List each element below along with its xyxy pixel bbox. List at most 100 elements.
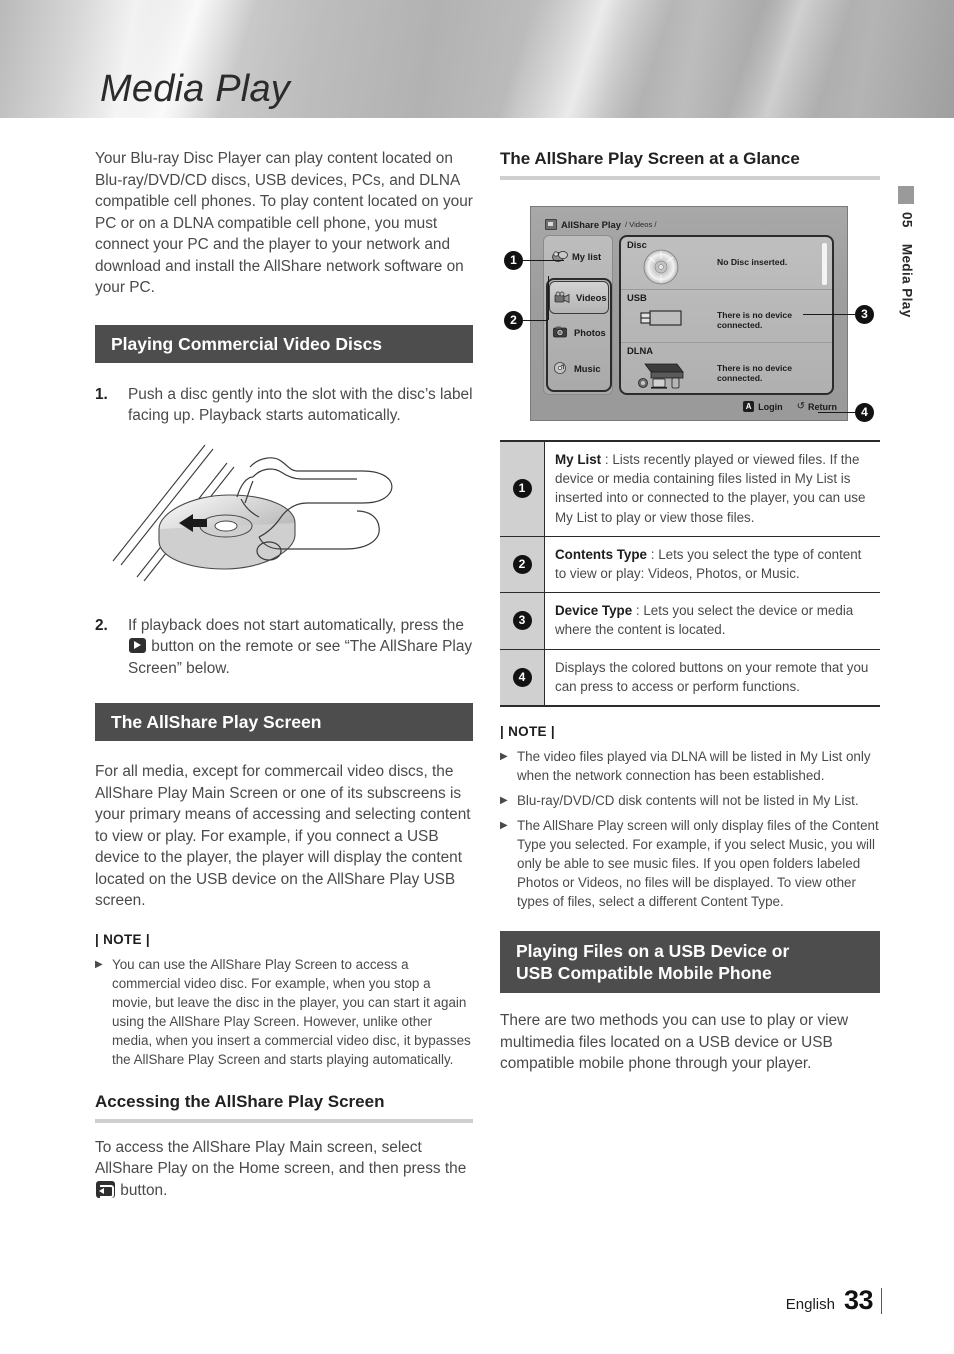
bullet-arrow-icon: ▶ xyxy=(95,958,103,970)
callout-3-leader xyxy=(803,314,855,315)
legend-badge-4: 4 xyxy=(512,667,532,687)
screen-device-usb-title: USB xyxy=(627,292,647,303)
legend-sep-1: : xyxy=(601,452,613,467)
legend-term-2: Contents Type xyxy=(555,546,648,562)
legend-number-cell: 1 xyxy=(500,442,545,536)
enter-button-icon xyxy=(96,1180,115,1198)
screen-content-type-videos[interactable]: Videos xyxy=(549,281,609,314)
callout-1: 1 xyxy=(504,251,523,270)
note-item-text: The AllShare Play screen will only displ… xyxy=(517,818,879,910)
screen-key-return-label: Return xyxy=(808,401,837,412)
screen-device-dlna-message: There is no device connected. xyxy=(717,363,792,383)
return-arrow-icon: ↺ xyxy=(796,401,805,412)
table-row: 4 Displays the colored buttons on your r… xyxy=(500,649,880,706)
section-banner-line-1: Playing Files on a USB Device or xyxy=(516,941,790,962)
allshare-app-icon xyxy=(545,219,557,230)
screen-content-type-music-label: Music xyxy=(574,362,601,374)
chapter-tab-label: 05 Media Play xyxy=(899,212,915,318)
bullet-arrow-icon: ▶ xyxy=(500,751,508,763)
step-2-text-before: If playback does not start automatically… xyxy=(128,616,464,634)
note-item: ▶ Blu-ray/DVD/CD disk contents will not … xyxy=(500,791,880,810)
legend-badge-1: 1 xyxy=(512,479,532,499)
left-column: Your Blu-ray Disc Player can play conten… xyxy=(95,148,473,1201)
chapter-number: 05 xyxy=(899,212,915,228)
table-row: 1 My List : Lists recently played or vie… xyxy=(500,442,880,537)
legend-badge-2: 2 xyxy=(512,555,532,575)
legend-number-cell: 2 xyxy=(500,536,545,593)
screen-content-type-music[interactable]: Music xyxy=(548,350,610,386)
callout-1-leader xyxy=(522,260,564,261)
legend-text-cell: My List : Lists recently played or viewe… xyxy=(545,442,880,536)
usb-drive-icon xyxy=(640,310,682,326)
callout-4-leader xyxy=(818,412,855,413)
breadcrumb-app-label: AllShare Play xyxy=(561,219,621,230)
allshare-play-screen-diagram: AllShare Play / Videos / My list Videos xyxy=(500,196,880,434)
note-item-text: The video files played via DLNA will be … xyxy=(517,749,871,784)
legend-desc-4: Displays the colored buttons on your rem… xyxy=(555,659,869,694)
step-2-text: If playback does not start automatically… xyxy=(128,615,473,680)
chapter-name: Media Play xyxy=(899,243,915,318)
note-item: ▶ The video files played via DLNA will b… xyxy=(500,747,880,785)
photos-icon xyxy=(553,326,567,338)
note-item-text: You can use the AllShare Play Screen to … xyxy=(112,956,471,1067)
callout-2: 2 xyxy=(504,311,523,330)
note-label-right: | NOTE | xyxy=(500,724,555,740)
footer-divider xyxy=(881,1287,882,1314)
screen-device-usb[interactable]: USB There is no device connected. xyxy=(621,289,832,342)
note-item: ▶ You can use the AllShare Play Screen t… xyxy=(95,955,473,1069)
screen-content-type-photos-label: Photos xyxy=(574,326,606,338)
legend-term-1: My List xyxy=(555,452,602,467)
screen-content-type-group: Videos Photos Music xyxy=(546,278,612,392)
step-2: 2. If playback does not start automatica… xyxy=(95,615,473,680)
screen-device-disc[interactable]: Disc No Disc inserted. xyxy=(621,237,832,289)
legend-badge-3: 3 xyxy=(512,611,532,631)
callout-4: 4 xyxy=(855,403,874,422)
callout-3: 3 xyxy=(855,305,874,324)
subheading-accessing-the-allshare-play-screen: Accessing the AllShare Play Screen xyxy=(95,1091,473,1123)
screen-my-list-item[interactable]: My list xyxy=(544,236,612,276)
breadcrumb-path: / Videos / xyxy=(624,220,657,229)
intro-paragraph: Your Blu-ray Disc Player can play conten… xyxy=(95,150,473,296)
right-column: The AllShare Play Screen at a Glance All… xyxy=(500,148,880,1075)
step-1-number: 1. xyxy=(95,385,108,403)
tv-screen-mock: AllShare Play / Videos / My list Videos xyxy=(530,206,848,421)
legend-text-cell: Contents Type : Lets you select the type… xyxy=(545,537,880,592)
step-1: 1. Push a disc gently into the slot with… xyxy=(95,384,473,427)
music-icon xyxy=(553,361,567,375)
table-row: 3 Device Type : Lets you select the devi… xyxy=(500,593,880,650)
screen-device-panel: Disc No Disc inserted. USB There is no d… xyxy=(619,235,834,395)
screen-device-dlna[interactable]: DLNA There is no device connected. xyxy=(621,342,832,395)
screen-my-list-label: My list xyxy=(572,250,602,262)
subheading-allshare-play-screen-at-a-glance: The AllShare Play Screen at a Glance xyxy=(500,148,880,180)
legend-number-cell: 4 xyxy=(500,649,545,706)
accessing-text-before: To access the AllShare Play Main screen,… xyxy=(95,1138,467,1178)
chapter-tab-marker xyxy=(898,186,914,204)
accessing-text-after: button. xyxy=(120,1181,168,1199)
legend-text-cell: Device Type : Lets you select the device… xyxy=(545,593,880,648)
note-label-left: | NOTE | xyxy=(95,931,150,947)
legend-table: 1 My List : Lists recently played or vie… xyxy=(500,440,880,708)
table-row: 2 Contents Type : Lets you select the ty… xyxy=(500,536,880,594)
legend-sep-3: : xyxy=(632,603,644,619)
a-key-icon: A xyxy=(743,401,755,412)
page-title: Media Play xyxy=(100,68,290,110)
play-button-icon xyxy=(129,638,146,653)
usb-paragraph: There are two methods you can use to pla… xyxy=(500,1012,849,1073)
bullet-arrow-icon: ▶ xyxy=(500,795,508,807)
screen-content-type-photos[interactable]: Photos xyxy=(548,314,610,350)
allshare-play-screen-paragraph: For all media, except for commercail vid… xyxy=(95,763,471,909)
section-banner-playing-files-usb: Playing Files on a USB Device or USB Com… xyxy=(500,931,880,994)
page-footer: English 33 xyxy=(786,1285,882,1316)
videos-icon xyxy=(554,291,570,303)
accessing-paragraph: To access the AllShare Play Main screen,… xyxy=(95,1137,473,1202)
legend-sep-2: : xyxy=(647,546,659,562)
dlna-devices-icon xyxy=(638,363,684,389)
step-2-text-after: button on the remote or see “The AllShar… xyxy=(128,638,473,677)
screen-device-disc-message: No Disc inserted. xyxy=(717,257,788,267)
screen-device-usb-message: There is no device connected. xyxy=(717,310,792,330)
step-1-text: Push a disc gently into the slot with th… xyxy=(128,385,473,425)
section-banner-playing-commercial-video-discs: Playing Commercial Video Discs xyxy=(95,324,473,363)
footer-page-number: 33 xyxy=(843,1285,874,1315)
step-2-number: 2. xyxy=(95,616,108,634)
screen-content-type-videos-label: Videos xyxy=(576,292,607,303)
